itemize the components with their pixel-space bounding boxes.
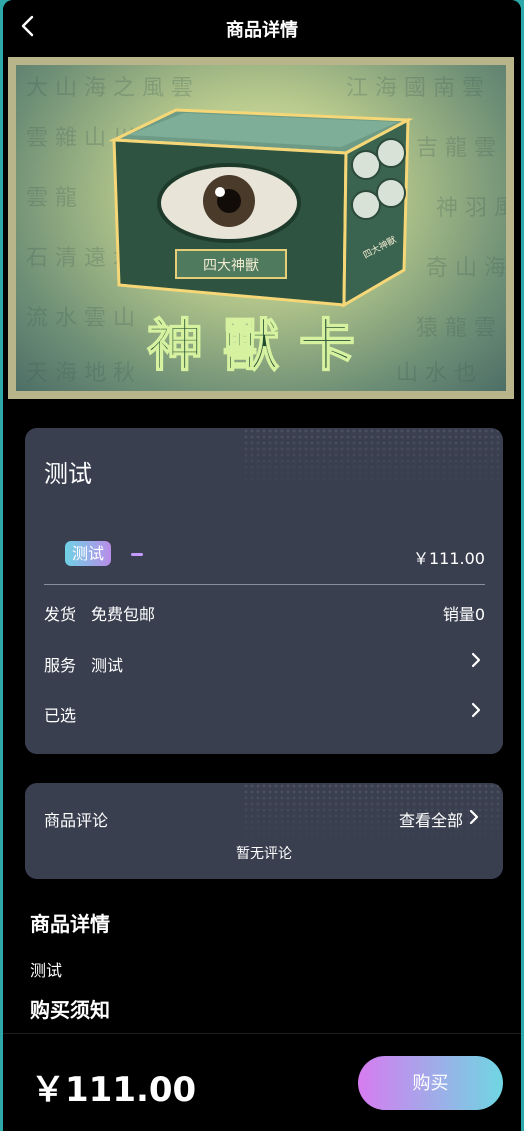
chevron-right-icon [471,652,481,668]
phone-screen: 商品详情 大 山 海 之 風 雲 江 海 國 南 雲 雲 雜 山 川 吉 龍 雲… [3,0,521,1131]
total-price: ￥111.00 [31,1070,197,1110]
card-decoration [243,428,503,488]
product-tag: 测试 [65,541,111,566]
product-price: ￥111.00 [413,549,485,568]
buy-button[interactable]: 购买 [358,1056,503,1110]
reviews-card: 商品评论 查看全部 暂无评论 [25,783,503,879]
sales-count: 销量0 [442,605,485,624]
view-all-reviews-link[interactable]: 查看全部 [399,807,463,831]
svg-text:雲 龍: 雲 龍 [26,186,77,211]
reviews-title: 商品评论 [44,811,109,830]
svg-text:天 海 地 秋: 天 海 地 秋 [26,361,135,386]
svg-text:吉 龍 雲: 吉 龍 雲 [416,136,496,161]
selected-label: 已选 [44,706,77,725]
no-reviews-text: 暂无评论 [236,846,292,862]
product-illustration: 大 山 海 之 風 雲 江 海 國 南 雲 雲 雜 山 川 吉 龍 雲 雲 龍 … [26,76,506,386]
chevron-right-icon [471,702,481,718]
box-front-label: 四大神獸 [203,258,259,274]
page-title: 商品详情 [226,20,298,41]
divider [44,584,485,585]
product-image-canvas: 大 山 海 之 風 雲 江 海 國 南 雲 雲 雜 山 川 吉 龍 雲 雲 龍 … [16,65,506,391]
card-decoration [243,783,503,843]
bottom-action-bar: ￥111.00 购买 [3,1033,521,1131]
top-bar: 商品详情 [3,0,521,55]
svg-text:山 水 也: 山 水 也 [396,361,476,386]
shipping-value: 免费包邮 [91,605,156,624]
service-value: 测试 [91,656,124,675]
tag-dash [131,553,143,556]
svg-text:奇 山 海: 奇 山 海 [426,256,506,281]
service-row[interactable]: 服务 测试 [25,640,503,680]
details-text: 测试 [30,961,63,980]
purchase-notice-heading: 购买须知 [30,998,110,1022]
svg-text:大 山 海 之 風 雲: 大 山 海 之 風 雲 [26,76,193,101]
shipping-label: 发货 [44,605,77,624]
selected-row[interactable]: 已选 [25,690,503,730]
service-label: 服务 [44,656,77,675]
svg-text:猿 龍 雲: 猿 龍 雲 [416,316,496,341]
svg-text:江 海 國 南 雲: 江 海 國 南 雲 [346,76,484,101]
details-heading: 商品详情 [30,912,110,936]
product-name: 测试 [44,460,92,488]
svg-text:流 水 雲 山: 流 水 雲 山 [26,306,135,331]
banner-title: 神獸卡 [147,313,375,379]
svg-text:神 羽 風: 神 羽 風 [436,196,506,221]
product-image: 大 山 海 之 風 雲 江 海 國 南 雲 雲 雜 山 川 吉 龍 雲 雲 龍 … [8,57,514,399]
product-info-card: 测试 测试 ￥111.00 发货 免费包邮 销量0 服务 测试 已选 [25,428,503,754]
chevron-right-icon[interactable] [467,809,481,825]
